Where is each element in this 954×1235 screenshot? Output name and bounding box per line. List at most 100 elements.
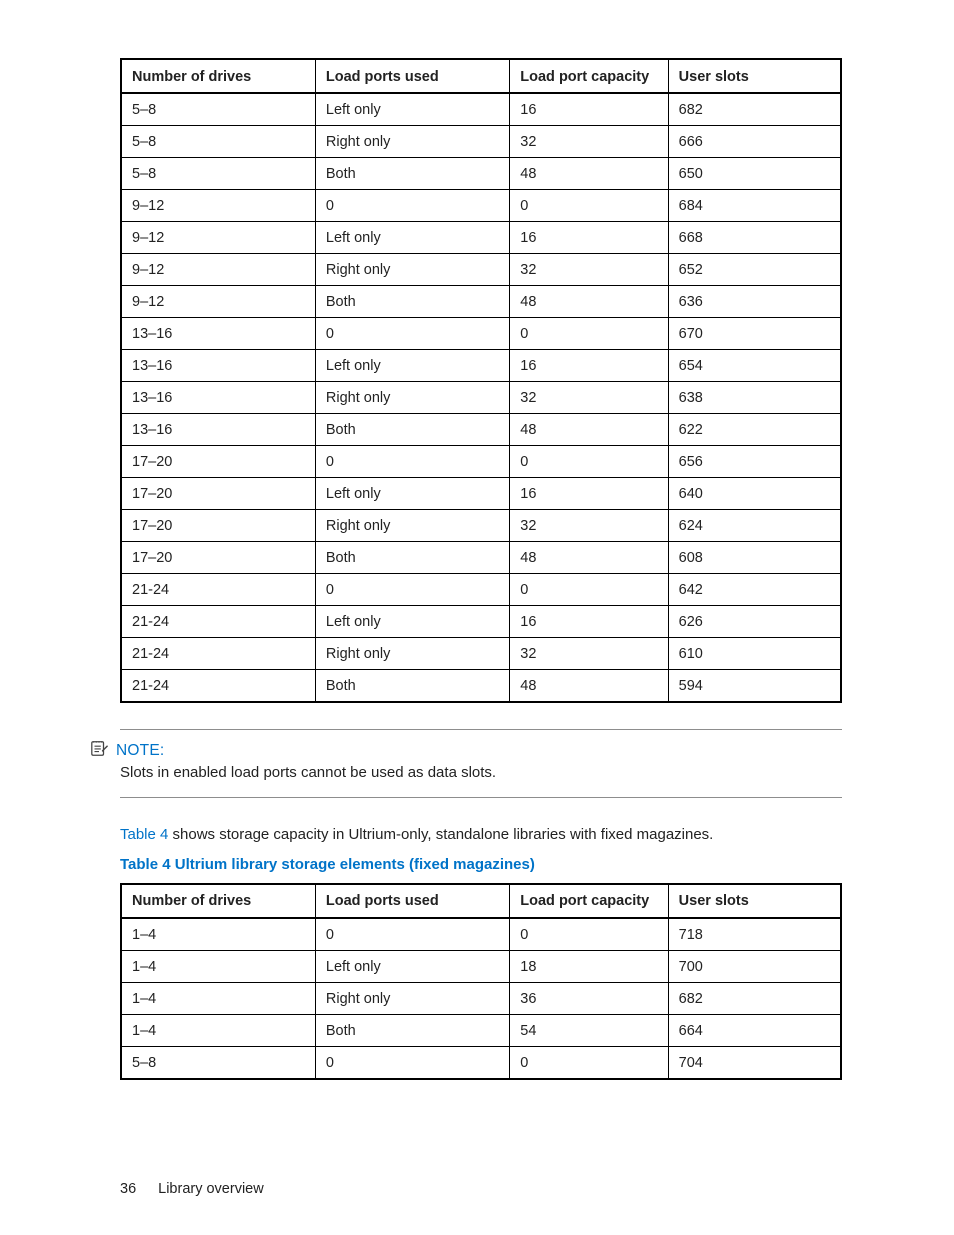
table-cell: 664: [668, 1014, 841, 1046]
table-cell: 1–4: [121, 982, 315, 1014]
table-row: 1–4Both54664: [121, 1014, 841, 1046]
table-cell: Both: [315, 542, 509, 574]
table-cell: 54: [510, 1014, 668, 1046]
table-cell: 32: [510, 638, 668, 670]
table-cell: 13–16: [121, 414, 315, 446]
col-header: Load port capacity: [510, 884, 668, 918]
col-header: Load ports used: [315, 59, 509, 93]
table-cell: 16: [510, 93, 668, 126]
table-cell: 9–12: [121, 254, 315, 286]
table-cell: Left only: [315, 350, 509, 382]
table-cell: 0: [510, 190, 668, 222]
table-cell: 0: [315, 918, 509, 951]
table-cell: Right only: [315, 638, 509, 670]
table-cell: 21-24: [121, 606, 315, 638]
table-cell: 718: [668, 918, 841, 951]
table-cell: 1–4: [121, 918, 315, 951]
table-cell: 17–20: [121, 478, 315, 510]
table-row: 17–20Right only32624: [121, 510, 841, 542]
footer-title: Library overview: [158, 1181, 264, 1197]
table-cell: 5–8: [121, 126, 315, 158]
table-cell: 13–16: [121, 318, 315, 350]
table-cell: 32: [510, 126, 668, 158]
table-cell: Left only: [315, 606, 509, 638]
table-row: 9–12Right only32652: [121, 254, 841, 286]
table-header-row: Number of drives Load ports used Load po…: [121, 884, 841, 918]
col-header: Number of drives: [121, 59, 315, 93]
table-cell: Right only: [315, 126, 509, 158]
table-row: 17–20Both48608: [121, 542, 841, 574]
table-cell: 640: [668, 478, 841, 510]
table-cell: Right only: [315, 510, 509, 542]
table-cell: 0: [315, 446, 509, 478]
table-cell: 670: [668, 318, 841, 350]
table-row: 5–8Left only16682: [121, 93, 841, 126]
table-row: 13–1600670: [121, 318, 841, 350]
table-cell: 17–20: [121, 542, 315, 574]
table-cell: 654: [668, 350, 841, 382]
table-row: 17–20Left only16640: [121, 478, 841, 510]
table-row: 21-24Right only32610: [121, 638, 841, 670]
table-cell: 704: [668, 1046, 841, 1079]
table-row: 1–400718: [121, 918, 841, 951]
col-header: Load port capacity: [510, 59, 668, 93]
table-cell: 18: [510, 950, 668, 982]
table-row: 21-24Left only16626: [121, 606, 841, 638]
table-row: 5–800704: [121, 1046, 841, 1079]
table-cell: 16: [510, 606, 668, 638]
table-cell: 684: [668, 190, 841, 222]
table-cell: 48: [510, 414, 668, 446]
table-cell: 594: [668, 670, 841, 703]
note-label: NOTE:: [116, 742, 164, 760]
table-cell: 622: [668, 414, 841, 446]
table-cell: 9–12: [121, 222, 315, 254]
table-cell: Right only: [315, 254, 509, 286]
table-row: 1–4Right only36682: [121, 982, 841, 1014]
table-cell: 0: [510, 1046, 668, 1079]
table-cell: 16: [510, 478, 668, 510]
table-cell: 17–20: [121, 446, 315, 478]
table-cell: 48: [510, 158, 668, 190]
table-cell: 0: [315, 1046, 509, 1079]
table-cell: 608: [668, 542, 841, 574]
note-body: Slots in enabled load ports cannot be us…: [120, 760, 842, 787]
table-cell: 668: [668, 222, 841, 254]
table-row: 13–16Right only32638: [121, 382, 841, 414]
table-cell: 1–4: [121, 1014, 315, 1046]
page-footer: 36 Library overview: [120, 1181, 264, 1197]
table-row: 21-24Both48594: [121, 670, 841, 703]
table-cell: Right only: [315, 982, 509, 1014]
table-title: Table 4 Ultrium library storage elements…: [120, 856, 842, 873]
table-row: 9–12Both48636: [121, 286, 841, 318]
table-row: 9–12Left only16668: [121, 222, 841, 254]
table-cell: 0: [315, 318, 509, 350]
col-header: Load ports used: [315, 884, 509, 918]
table-cell: 9–12: [121, 286, 315, 318]
table-storage-fixed: Number of drives Load ports used Load po…: [120, 883, 842, 1080]
table-cell: 0: [510, 446, 668, 478]
table-row: 13–16Both48622: [121, 414, 841, 446]
table-cell: 9–12: [121, 190, 315, 222]
table-cell: 700: [668, 950, 841, 982]
table-cell: 0: [315, 574, 509, 606]
table-row: 13–16Left only16654: [121, 350, 841, 382]
table-cell: Both: [315, 414, 509, 446]
table-cell: Both: [315, 286, 509, 318]
note-block: NOTE: Slots in enabled load ports cannot…: [120, 729, 842, 798]
table-cell: Both: [315, 158, 509, 190]
table-cell: 13–16: [121, 382, 315, 414]
table-cell: 32: [510, 382, 668, 414]
table-ref-link[interactable]: Table 4: [120, 826, 168, 843]
table-cell: 624: [668, 510, 841, 542]
table-row: 17–2000656: [121, 446, 841, 478]
table-header-row: Number of drives Load ports used Load po…: [121, 59, 841, 93]
table-cell: Both: [315, 670, 509, 703]
paragraph-text: shows storage capacity in Ultrium-only, …: [168, 826, 713, 843]
col-header: Number of drives: [121, 884, 315, 918]
table-cell: 0: [510, 318, 668, 350]
table-cell: 0: [510, 574, 668, 606]
table-cell: 13–16: [121, 350, 315, 382]
table-cell: Right only: [315, 382, 509, 414]
table-cell: 652: [668, 254, 841, 286]
table-cell: Left only: [315, 478, 509, 510]
